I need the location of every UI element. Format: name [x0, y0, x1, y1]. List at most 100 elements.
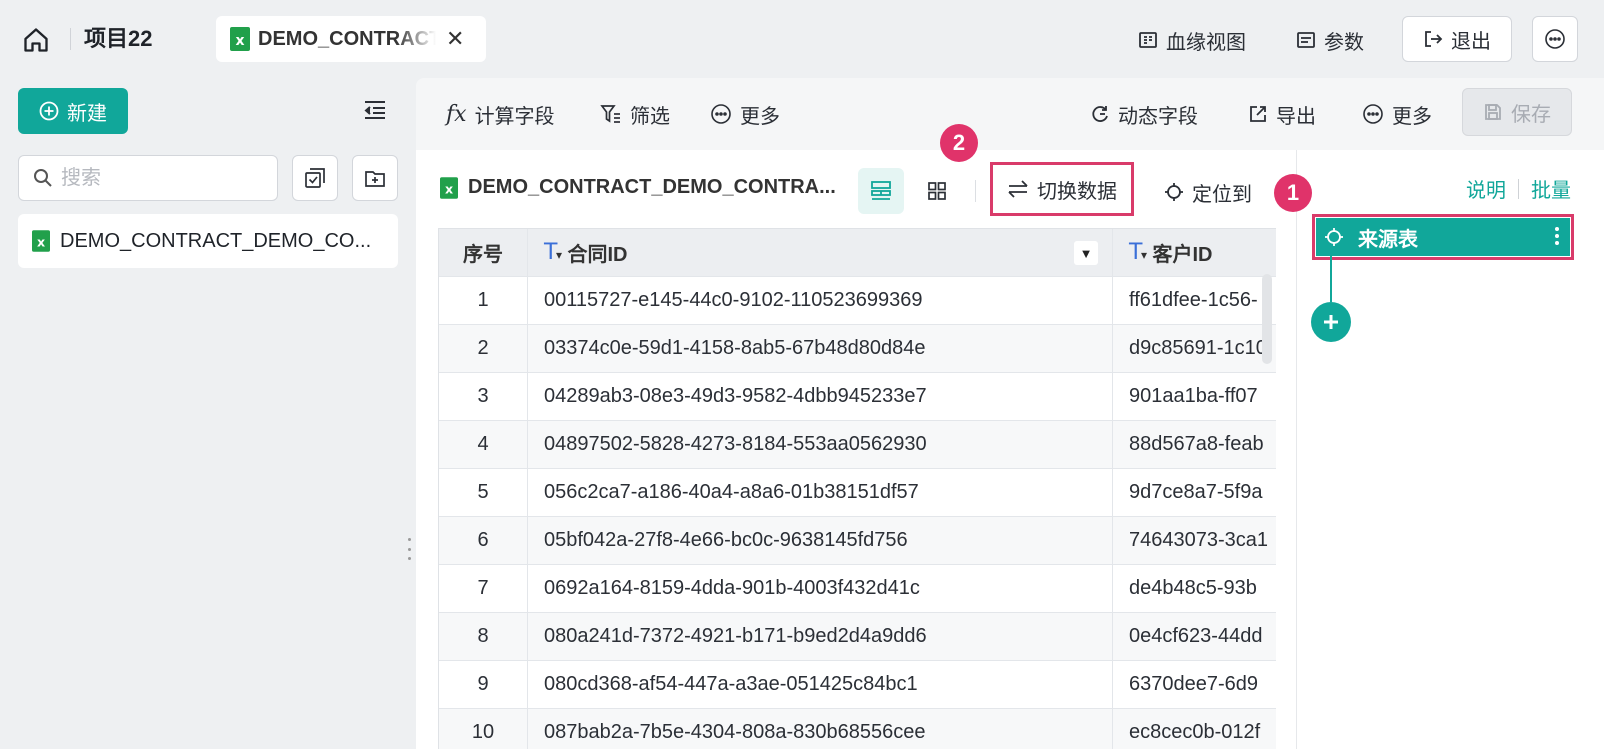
top-more-button[interactable] — [1532, 16, 1578, 62]
cell-contract-id: 080a241d-7372-4921-b171-b9ed2d4a9dd6 — [528, 613, 1113, 660]
save-icon — [1485, 104, 1501, 120]
locate-label: 定位到 — [1192, 183, 1252, 206]
add-node-button[interactable] — [1311, 302, 1351, 342]
cell-customer-id: 9d7ce8a7-5f9a — [1129, 481, 1263, 503]
header-contract-id-label: 合同ID — [567, 244, 628, 266]
cell-customer-id: 88d567a8-feab — [1129, 433, 1264, 455]
table-row[interactable]: 9 080cd368-af54-447a-a3ae-051425c84bc1 6… — [439, 661, 1276, 709]
exit-button[interactable]: 退出 — [1402, 16, 1512, 62]
table-view-button[interactable] — [858, 168, 904, 214]
filter-button[interactable]: 筛选 — [600, 96, 670, 132]
locate-button[interactable]: 定位到 — [1164, 174, 1252, 210]
more-right-button[interactable]: 更多 — [1362, 96, 1432, 132]
cell-contract-id: 056c2ca7-a186-40a4-a8a6-01b38151df57 — [528, 469, 1113, 516]
table-row[interactable]: 6 05bf042a-27f8-4e66-bc0c-9638145fd756 7… — [439, 517, 1276, 565]
cell-contract-id: 04897502-5828-4273-8184-553aa0562930 — [528, 421, 1113, 468]
new-label: 新建 — [67, 102, 107, 125]
dynamic-field-button[interactable]: 动态字段 — [1090, 96, 1198, 132]
source-table-node[interactable]: 来源表 — [1316, 218, 1570, 256]
explain-link[interactable]: 说明 — [1466, 174, 1506, 203]
switch-data-button[interactable]: 切换数据 — [990, 162, 1134, 216]
step-badge-2: 2 — [940, 124, 978, 162]
svg-text:x: x — [445, 181, 453, 196]
collapse-sidebar-button[interactable] — [364, 100, 386, 120]
collapse-icon — [364, 101, 385, 119]
save-button[interactable]: 保存 — [1462, 88, 1572, 136]
sidebar-resize-handle[interactable] — [406, 538, 412, 560]
table-row[interactable]: 5 056c2ca7-a186-40a4-a8a6-01b38151df57 9… — [439, 469, 1276, 517]
project-title: 项目22 — [84, 26, 153, 51]
cell-customer-id: 74643073-3ca1 — [1129, 529, 1269, 551]
home-button[interactable] — [20, 24, 52, 56]
top-bar: 项目22 x DEMO_CONTRACT_DEMO_CONTRACT ✕ 血缘视… — [0, 0, 1604, 78]
checkbox-icon — [305, 168, 325, 188]
plus-circle-icon — [39, 101, 59, 121]
table-row[interactable]: 1 00115727-e145-44c0-9102-110523699369 f… — [439, 277, 1276, 325]
cell-index: 6 — [439, 517, 528, 564]
home-icon — [24, 28, 48, 52]
cell-contract-id: 05bf042a-27f8-4e66-bc0c-9638145fd756 — [528, 517, 1113, 564]
lineage-view-button[interactable]: 血缘视图 — [1138, 22, 1246, 58]
cell-contract-id: 00115727-e145-44c0-9102-110523699369 — [528, 277, 1113, 324]
new-button[interactable]: 新建 — [18, 88, 128, 134]
exit-label: 退出 — [1451, 30, 1491, 53]
cell-customer-id: 6370dee7-6d9 — [1129, 673, 1259, 695]
cell-customer-id: d9c85691-1c10 — [1129, 337, 1267, 359]
export-button[interactable]: 导出 — [1248, 96, 1316, 132]
more-icon — [711, 104, 731, 124]
new-folder-button[interactable] — [352, 155, 398, 201]
column-dropdown-icon[interactable]: ▼ — [1074, 241, 1098, 265]
table-row[interactable]: 4 04897502-5828-4273-8184-553aa0562930 8… — [439, 421, 1276, 469]
lineage-view-label: 血缘视图 — [1166, 31, 1246, 54]
close-icon[interactable]: ✕ — [446, 26, 464, 52]
kebab-menu-icon[interactable] — [1554, 224, 1560, 248]
cell-contract-id: 087bab2a-7b5e-4304-808a-830b68556cee — [528, 709, 1113, 749]
header-contract-id[interactable]: T 合同ID ▼ — [528, 229, 1113, 276]
cell-contract-id: 080cd368-af54-447a-a3ae-051425c84bc1 — [528, 661, 1113, 708]
file-tab-label: DEMO_CONTRACT_DEMO_CONTRACT — [258, 27, 436, 51]
search-box[interactable] — [18, 155, 278, 201]
link-divider — [1518, 178, 1519, 199]
table-row[interactable]: 10 087bab2a-7b5e-4304-808a-830b68556cee … — [439, 709, 1276, 749]
header-customer-id[interactable]: T 客户ID — [1113, 229, 1276, 276]
switch-icon — [1008, 180, 1028, 198]
exit-icon — [1425, 31, 1443, 47]
table-row[interactable]: 2 03374c0e-59d1-4158-8ab5-67b48d80d84e d… — [439, 325, 1276, 373]
multi-select-button[interactable] — [292, 155, 338, 201]
cell-contract-id: 03374c0e-59d1-4158-8ab5-67b48d80d84e — [528, 325, 1113, 372]
excel-icon: x — [32, 230, 50, 252]
node-connector — [1330, 256, 1332, 302]
cell-customer-id: ff61dfee-1c56- — [1129, 289, 1258, 311]
source-table-label: 来源表 — [1358, 228, 1418, 251]
excel-icon: x — [230, 27, 250, 51]
cell-contract-id: 0692a164-8159-4dda-901b-4003f432d41c — [528, 565, 1113, 612]
flow-panel-links: 说明 批量 — [1466, 174, 1571, 203]
switch-data-label: 切换数据 — [1037, 180, 1117, 203]
sidebar-file-item[interactable]: x DEMO_CONTRACT_DEMO_CO... — [18, 214, 398, 268]
table-row[interactable]: 7 0692a164-8159-4dda-901b-4003f432d41c d… — [439, 565, 1276, 613]
text-type-icon: T — [1129, 240, 1148, 265]
search-input[interactable] — [61, 166, 261, 190]
cell-customer-id: ec8cec0b-012f — [1129, 721, 1261, 743]
step-badge-1: 1 — [1274, 174, 1312, 212]
cell-index: 10 — [439, 709, 528, 749]
table-scrollbar[interactable] — [1262, 274, 1272, 364]
more-right-label: 更多 — [1392, 105, 1432, 128]
more-left-button[interactable]: 更多 — [710, 96, 780, 132]
cell-customer-id: 901aa1ba-ff07 — [1129, 385, 1258, 407]
batch-link[interactable]: 批量 — [1531, 174, 1571, 203]
table-row[interactable]: 3 04289ab3-08e3-49d3-9582-4dbb945233e7 9… — [439, 373, 1276, 421]
file-tab[interactable]: x DEMO_CONTRACT_DEMO_CONTRACT ✕ — [216, 16, 486, 62]
cell-index: 5 — [439, 469, 528, 516]
locate-icon — [1165, 183, 1183, 201]
dynamic-field-label: 动态字段 — [1118, 105, 1198, 128]
params-button[interactable]: 参数 — [1296, 22, 1364, 58]
table-row[interactable]: 8 080a241d-7372-4921-b171-b9ed2d4a9dd6 0… — [439, 613, 1276, 661]
header-index: 序号 — [439, 229, 528, 276]
sidebar-file-label: DEMO_CONTRACT_DEMO_CO... — [60, 229, 372, 252]
toolbar-divider — [975, 180, 976, 202]
cell-index: 9 — [439, 661, 528, 708]
calc-field-button[interactable]: fx 计算字段 — [446, 96, 555, 132]
grid-view-button[interactable] — [914, 168, 960, 214]
header-customer-id-label: 客户ID — [1152, 244, 1213, 266]
